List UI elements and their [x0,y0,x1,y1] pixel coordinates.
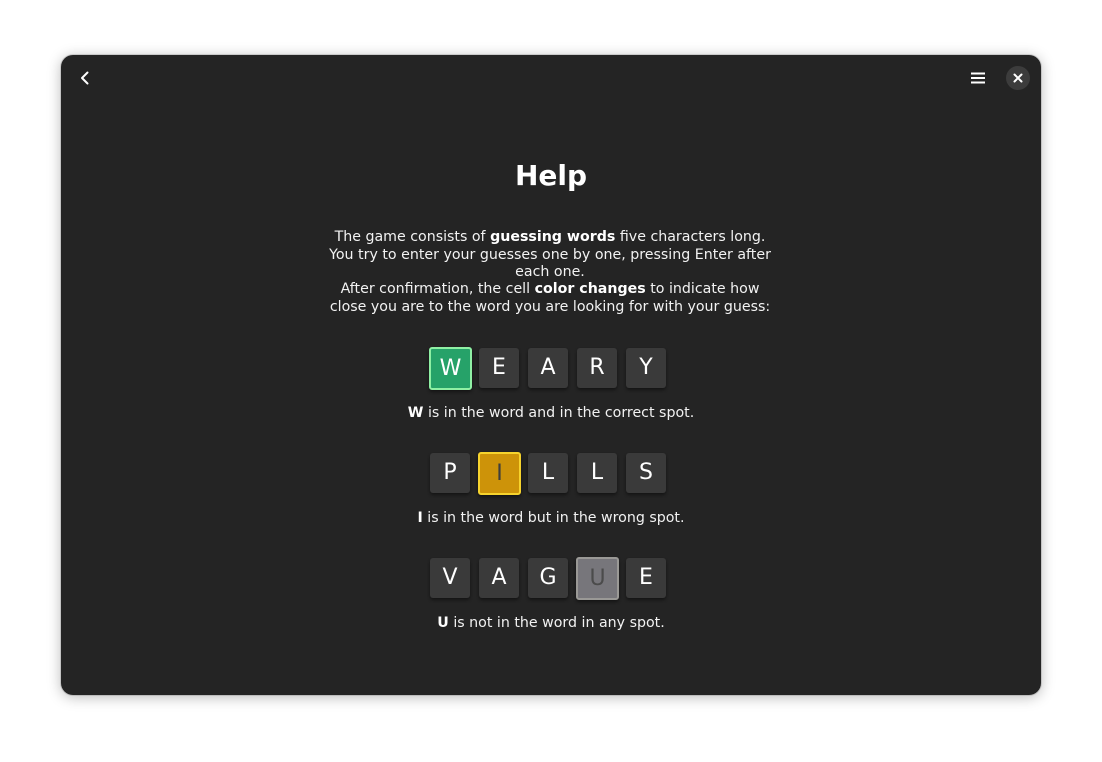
letter-tile: L [528,453,568,493]
close-icon [1013,73,1023,83]
letter-tile-present: I [478,452,521,495]
caption-letter: W [407,405,424,421]
letter-tile: G [528,558,568,598]
caption-letter: U [437,615,449,631]
letter-tile: L [577,453,617,493]
main-menu-button[interactable] [963,63,993,93]
hamburger-menu-icon [971,72,985,84]
page-title: Help [514,159,588,192]
example-caption-absent: U is not in the word in any spot. [61,614,1041,632]
letter-tile: Y [626,348,666,388]
intro-bold-1: guessing words [490,229,616,245]
help-window: Help The game consists of guessing words… [61,55,1041,695]
letter-tile: A [479,558,519,598]
caption-text: is in the word but in the wrong spot. [422,510,685,526]
color-bold-1: color changes [534,281,646,297]
letter-tile: A [528,348,568,388]
intro-text-1: The game consists of [334,229,491,245]
color-text-1: After confirmation, the cell [340,281,535,297]
letter-tile: R [577,348,617,388]
close-button[interactable] [1006,66,1030,90]
letter-tile: S [626,453,666,493]
chevron-left-icon [81,71,89,85]
color-explanation-paragraph: After confirmation, the cell color chang… [325,281,775,316]
header-bar [61,55,1041,101]
intro-paragraph: The game consists of guessing words five… [325,229,775,282]
example-caption-present: I is in the word but in the wrong spot. [61,509,1041,527]
letter-tile: P [430,453,470,493]
letter-tile: E [479,348,519,388]
example-caption-correct: W is in the word and in the correct spot… [61,404,1041,422]
letter-tile-correct: W [429,347,472,390]
caption-text: is in the word and in the correct spot. [423,405,695,421]
letter-tile: V [430,558,470,598]
caption-text: is not in the word in any spot. [448,615,665,631]
back-button[interactable] [71,63,99,93]
letter-tile: E [626,558,666,598]
letter-tile-absent: U [576,557,619,600]
